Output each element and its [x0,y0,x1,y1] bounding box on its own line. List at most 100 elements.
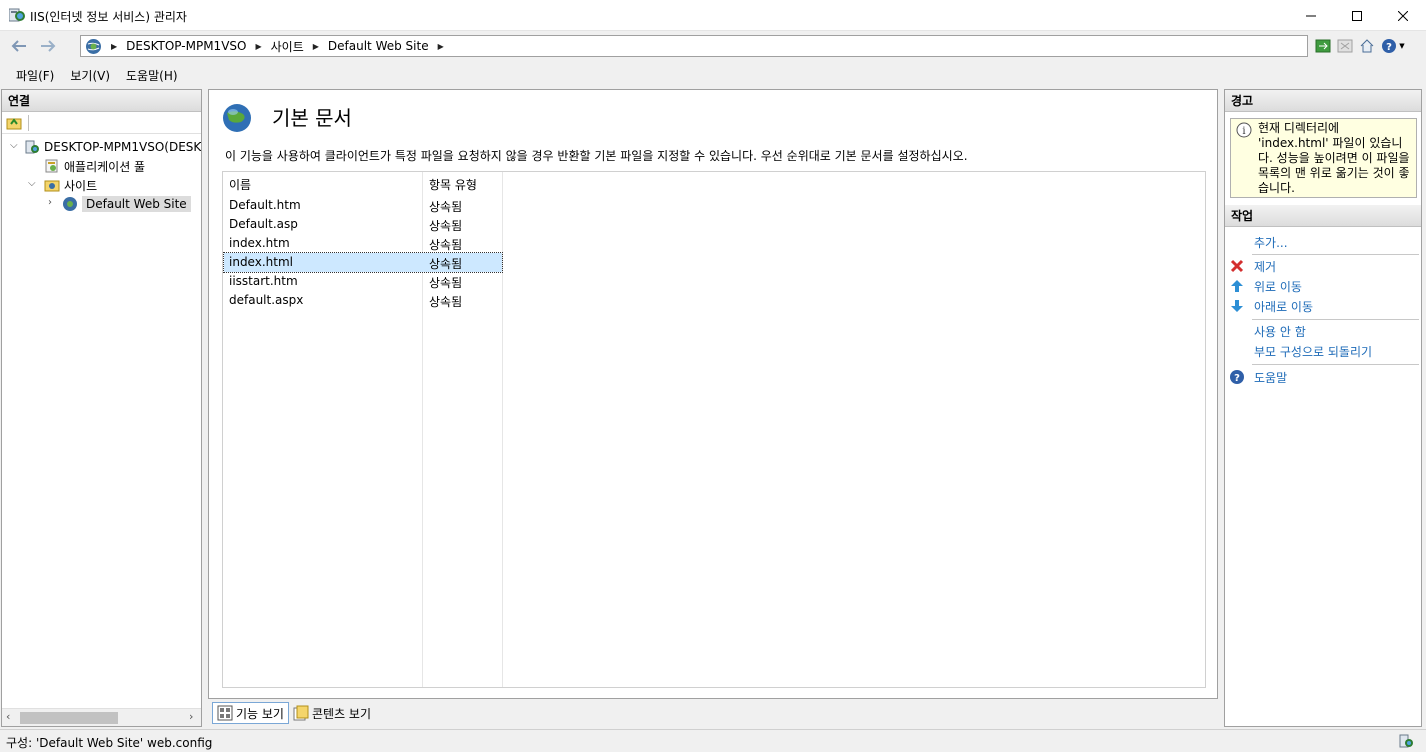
tree-label: 사이트 [64,178,98,193]
breadcrumb-sites[interactable]: 사이트 [271,38,304,55]
tree-node-app-pools[interactable]: 애플리케이션 풀 [44,157,145,175]
action-disable[interactable]: 사용 안 함 [1229,322,1306,340]
horizontal-scrollbar[interactable]: ‹ › [2,708,201,726]
column-header-name[interactable]: 이름 [229,176,251,193]
collapse-chevron-icon[interactable]: › [48,197,52,208]
arrow-down-icon [1229,298,1245,314]
refresh-icon [1315,39,1331,53]
menu-file[interactable]: 파일(F) [8,67,62,84]
connections-panel: 연결 ⌵ DESKTOP-MPM1VSO(DESKT 애플리케이션 풀 ⌵ 사이… [1,89,202,727]
home-icon [1360,39,1374,53]
row-type: 상속됨 [429,257,463,271]
maximize-icon [1352,10,1362,21]
table-row[interactable]: Default.asp 상속됨 [224,215,502,234]
row-type: 상속됨 [429,200,463,214]
action-add[interactable]: 추가... [1229,233,1288,251]
crumb-arrow-icon[interactable]: ▶ [255,42,261,51]
tab-content-view[interactable]: 콘텐츠 보기 [289,702,375,724]
breadcrumb-site[interactable]: Default Web Site [328,39,429,53]
menu-view[interactable]: 보기(V) [62,67,118,84]
nav-toolbar: ? ▼ [1314,37,1406,55]
navigation-bar: ▶ DESKTOP-MPM1VSO ▶ 사이트 ▶ Default Web Si… [0,31,1426,61]
help-icon: ? [1229,369,1245,385]
alerts-title: 경고 [1225,90,1421,112]
crumb-arrow-icon[interactable]: ▶ [111,42,117,51]
action-separator [1252,254,1419,255]
table-row[interactable]: Default.htm 상속됨 [224,196,502,215]
minimize-button[interactable] [1288,0,1334,31]
action-move-up[interactable]: 위로 이동 [1229,277,1302,295]
svg-text:?: ? [1234,373,1240,384]
stop-button[interactable] [1336,37,1354,55]
alert-message: 현재 디렉터리에 'index.html' 파일이 있습니다. 성능을 높이려면… [1258,121,1410,195]
website-globe-icon [63,197,77,211]
table-row-selected[interactable]: index.html 상속됨 [223,252,503,273]
menu-bar: 파일(F) 보기(V) 도움말(H) [0,62,1426,88]
action-remove[interactable]: 제거 [1229,257,1276,275]
actions-pane: 경고 i 현재 디렉터리에 'index.html' 파일이 있습니다. 성능을… [1224,89,1422,727]
tab-features-view[interactable]: 기능 보기 [212,702,289,724]
connections-tree: ⌵ DESKTOP-MPM1VSO(DESKT 애플리케이션 풀 ⌵ 사이트 ›… [2,136,201,706]
back-arrow-icon [11,40,26,52]
table-row[interactable]: default.aspx 상속됨 [224,291,502,310]
title-bar: IIS(인터넷 정보 서비스) 관리자 [0,0,1426,31]
expand-chevron-icon[interactable]: ⌵ [10,140,18,151]
page-description: 이 기능을 사용하여 클라이언트가 특정 파일을 요청하지 않을 경우 반환할 … [225,149,968,163]
close-button[interactable] [1380,0,1426,31]
row-name: Default.htm [229,198,301,212]
svg-text:?: ? [1386,42,1392,53]
close-icon [1398,10,1408,21]
action-revert-to-parent[interactable]: 부모 구성으로 되돌리기 [1229,342,1372,360]
tree-node-server[interactable]: DESKTOP-MPM1VSO(DESKT [24,138,201,156]
connect-icon[interactable] [6,115,22,131]
sites-folder-icon [44,180,60,192]
column-divider [502,172,503,687]
action-help[interactable]: ? 도움말 [1229,368,1287,386]
action-move-down[interactable]: 아래로 이동 [1229,297,1313,315]
feature-panel: 기본 문서 이 기능을 사용하여 클라이언트가 특정 파일을 요청하지 않을 경… [208,89,1218,699]
action-label: 사용 안 함 [1254,324,1306,339]
svg-text:i: i [1242,126,1245,137]
toolbar-divider [28,114,29,131]
maximize-button[interactable] [1334,0,1380,31]
expand-chevron-icon[interactable]: ⌵ [28,178,36,189]
action-label: 부모 구성으로 되돌리기 [1254,344,1373,359]
home-button[interactable] [1358,37,1376,55]
scroll-left-icon[interactable]: ‹ [6,710,10,723]
app-pool-icon [45,159,58,173]
content-view-icon [293,705,309,721]
scroll-right-icon[interactable]: › [189,710,193,723]
crumb-arrow-icon[interactable]: ▶ [313,42,319,51]
features-view-icon [217,705,233,721]
address-bar[interactable]: ▶ DESKTOP-MPM1VSO ▶ 사이트 ▶ Default Web Si… [80,35,1308,57]
arrow-up-icon [1229,278,1245,294]
refresh-button[interactable] [1314,37,1332,55]
connections-toolbar [2,112,201,134]
row-name: index.html [229,255,293,269]
forward-button[interactable] [35,35,61,57]
tree-node-sites[interactable]: 사이트 [44,176,97,194]
tree-node-default-web-site[interactable]: Default Web Site [62,195,191,213]
action-label: 제거 [1254,259,1277,274]
row-name: Default.asp [229,217,298,231]
table-row[interactable]: iisstart.htm 상속됨 [224,272,502,291]
crumb-arrow-icon[interactable]: ▶ [438,42,444,51]
default-document-globe-icon [223,104,251,132]
breadcrumb-server[interactable]: DESKTOP-MPM1VSO [126,39,246,53]
info-icon: i [1236,122,1252,138]
scroll-thumb[interactable] [20,712,118,724]
help-dropdown-button[interactable]: ? ▼ [1380,37,1406,55]
back-button[interactable] [6,35,32,57]
view-tabs: 기능 보기 콘텐츠 보기 [212,702,375,724]
column-header-entry-type[interactable]: 항목 유형 [429,176,477,193]
action-label: 도움말 [1254,370,1288,385]
table-row[interactable]: index.htm 상속됨 [224,234,502,253]
stop-icon [1337,39,1353,53]
chevron-down-icon: ▼ [1399,42,1405,50]
row-type: 상속됨 [429,295,463,309]
tab-label: 기능 보기 [236,706,284,721]
status-bar: 구성: 'Default Web Site' web.config [0,729,1426,752]
menu-help[interactable]: 도움말(H) [118,67,186,84]
actions-title: 작업 [1225,205,1421,227]
minimize-icon [1306,15,1316,16]
